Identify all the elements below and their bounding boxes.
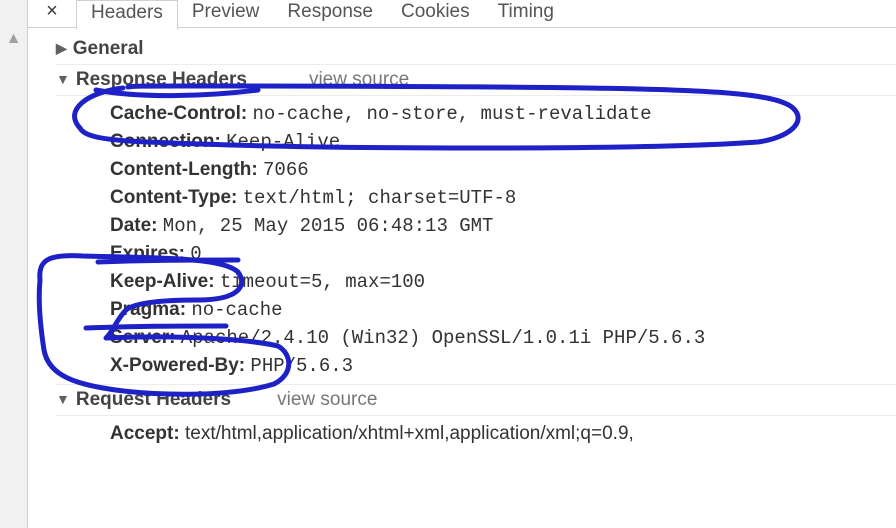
tab-timing[interactable]: Timing bbox=[484, 0, 568, 28]
header-name: Content-Type: bbox=[110, 187, 237, 208]
section-general-header[interactable]: ▶ General bbox=[56, 34, 896, 65]
header-row: Connection: Keep-Alive bbox=[110, 128, 896, 156]
header-row: Expires: 0 bbox=[110, 240, 896, 268]
section-request-headers-header[interactable]: ▼ Request Headers view source bbox=[56, 385, 896, 416]
tab-response[interactable]: Response bbox=[273, 0, 387, 28]
header-value: 0 bbox=[190, 243, 201, 265]
header-name: Server: bbox=[110, 327, 176, 348]
scrollbar-gutter[interactable]: ▲ bbox=[0, 0, 28, 528]
header-row: Keep-Alive: timeout=5, max=100 bbox=[110, 268, 896, 296]
tab-cookies[interactable]: Cookies bbox=[387, 0, 484, 28]
response-headers-list: Cache-Control: no-cache, no-store, must-… bbox=[56, 96, 896, 385]
section-response-headers-header[interactable]: ▼ Response Headers view source bbox=[56, 65, 896, 96]
header-name: Connection: bbox=[110, 131, 221, 152]
header-row: Pragma: no-cache bbox=[110, 296, 896, 324]
section-title-response-headers: Response Headers bbox=[76, 69, 247, 91]
header-value: text/html,application/xhtml+xml,applicat… bbox=[185, 423, 634, 444]
scroll-up-icon[interactable]: ▲ bbox=[6, 30, 22, 48]
tab-preview[interactable]: Preview bbox=[178, 0, 274, 28]
header-row: Server: Apache/2.4.10 (Win32) OpenSSL/1.… bbox=[110, 324, 896, 352]
header-name: X-Powered-By: bbox=[110, 355, 245, 376]
header-value: Keep-Alive bbox=[226, 131, 340, 153]
view-source-link[interactable]: view source bbox=[309, 69, 409, 91]
network-headers-panel: × Headers Preview Response Cookies Timin… bbox=[28, 0, 896, 528]
header-value: Mon, 25 May 2015 06:48:13 GMT bbox=[163, 215, 494, 237]
header-value: 7066 bbox=[263, 159, 309, 181]
chevron-down-icon: ▼ bbox=[56, 391, 70, 407]
header-value: timeout=5, max=100 bbox=[220, 271, 425, 293]
header-row: Date: Mon, 25 May 2015 06:48:13 GMT bbox=[110, 212, 896, 240]
header-name: Pragma: bbox=[110, 299, 186, 320]
header-name: Expires: bbox=[110, 243, 185, 264]
header-row: Content-Type: text/html; charset=UTF-8 bbox=[110, 184, 896, 212]
chevron-right-icon: ▶ bbox=[56, 40, 67, 57]
section-title-general: General bbox=[73, 38, 144, 60]
header-value: PHP/5.6.3 bbox=[250, 355, 353, 377]
header-value: no-cache, no-store, must-revalidate bbox=[253, 103, 652, 125]
section-title-request-headers: Request Headers bbox=[76, 389, 231, 411]
tab-bar: Headers Preview Response Cookies Timing bbox=[28, 0, 896, 28]
header-name: Keep-Alive: bbox=[110, 271, 215, 292]
close-icon[interactable]: × bbox=[38, 0, 66, 23]
request-headers-list: Accept: text/html,application/xhtml+xml,… bbox=[56, 416, 896, 452]
header-value: Apache/2.4.10 (Win32) OpenSSL/1.0.1i PHP… bbox=[181, 327, 706, 349]
header-value: no-cache bbox=[191, 299, 282, 321]
header-row: X-Powered-By: PHP/5.6.3 bbox=[110, 352, 896, 380]
view-source-link[interactable]: view source bbox=[277, 389, 377, 411]
chevron-down-icon: ▼ bbox=[56, 71, 70, 87]
header-name: Date: bbox=[110, 215, 158, 236]
header-row: Accept: text/html,application/xhtml+xml,… bbox=[110, 420, 896, 448]
header-name: Content-Length: bbox=[110, 159, 258, 180]
header-value: text/html; charset=UTF-8 bbox=[243, 187, 517, 209]
header-name: Cache-Control: bbox=[110, 103, 247, 124]
header-row: Content-Length: 7066 bbox=[110, 156, 896, 184]
header-name: Accept: bbox=[110, 423, 180, 444]
tab-headers[interactable]: Headers bbox=[76, 0, 178, 30]
header-row: Cache-Control: no-cache, no-store, must-… bbox=[110, 100, 896, 128]
